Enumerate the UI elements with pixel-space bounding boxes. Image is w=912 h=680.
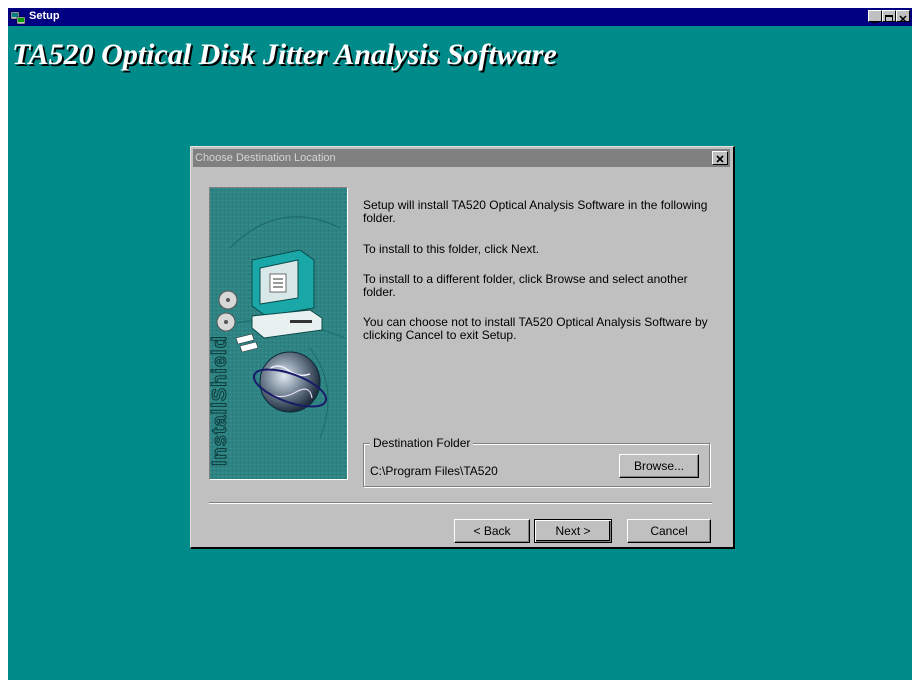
close-icon xyxy=(899,15,907,23)
close-button[interactable] xyxy=(896,10,910,23)
choose-destination-dialog: Choose Destination Location InstallShiel… xyxy=(190,146,735,549)
maximize-button[interactable] xyxy=(882,10,896,22)
window-title: Setup xyxy=(29,10,60,22)
cancel-instruction-text: You can choose not to install TA520 Opti… xyxy=(363,315,708,342)
destination-folder-label: Destination Folder xyxy=(370,436,474,450)
next-instruction-text: To install to this folder, click Next. xyxy=(363,242,540,256)
destination-path: C:\Program Files\TA520 xyxy=(370,464,498,478)
close-icon xyxy=(716,155,724,163)
cancel-button[interactable]: Cancel xyxy=(627,519,711,543)
destination-folder-group: Destination Folder C:\Program Files\TA52… xyxy=(363,436,710,487)
back-button[interactable]: < Back xyxy=(454,519,530,543)
minimize-button[interactable] xyxy=(868,10,882,23)
button-separator xyxy=(209,502,712,504)
minimize-icon xyxy=(872,21,878,23)
dialog-close-button[interactable] xyxy=(712,151,728,165)
browse-button[interactable]: Browse... xyxy=(619,454,699,478)
dialog-titlebar[interactable]: Choose Destination Location xyxy=(193,149,730,167)
maximize-icon xyxy=(885,15,893,22)
wizard-side-image: InstallShield xyxy=(209,187,348,480)
computer-icon xyxy=(251,249,323,339)
window-titlebar[interactable]: Setup xyxy=(8,8,912,26)
next-button[interactable]: Next > xyxy=(534,519,612,543)
setup-window: Setup TA520 Optical Disk Jitter Analysis… xyxy=(8,8,912,680)
setup-app-icon xyxy=(10,9,26,25)
product-banner: TA520 Optical Disk Jitter Analysis Softw… xyxy=(12,38,557,71)
intro-text: Setup will install TA520 Optical Analysi… xyxy=(363,198,708,225)
browse-instruction-text: To install to a different folder, click … xyxy=(363,272,688,299)
dialog-title: Choose Destination Location xyxy=(195,152,336,164)
installshield-logo-text: InstallShield xyxy=(210,335,231,466)
